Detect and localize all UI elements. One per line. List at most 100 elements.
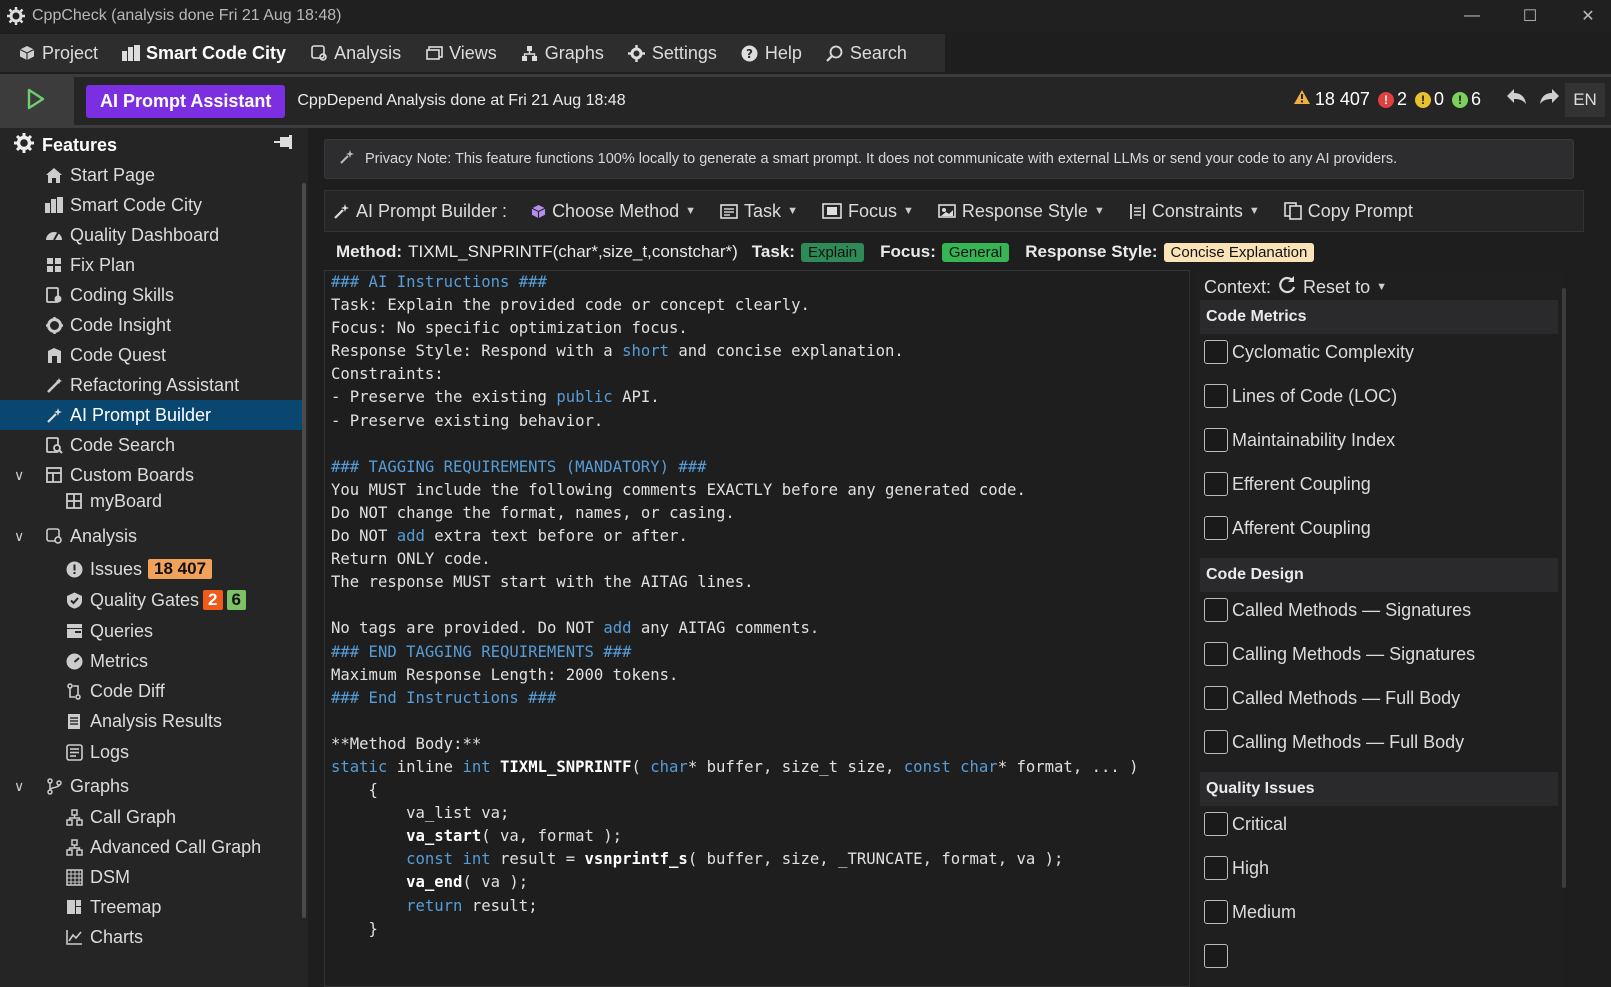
- code-line: ### TAGGING REQUIREMENTS (MANDATORY) ###: [331, 457, 707, 476]
- copy-prompt-button[interactable]: Copy Prompt: [1283, 201, 1413, 222]
- checkbox-high[interactable]: High: [1204, 853, 1269, 883]
- code-line: Focus: No specific optimization focus.: [331, 319, 688, 338]
- menu-views[interactable]: Views: [413, 34, 509, 72]
- sidebar-item-charts[interactable]: Charts: [0, 922, 305, 952]
- cppcheck-logo-icon: [6, 6, 26, 26]
- response-style-label: Response Style:: [1025, 242, 1158, 261]
- checkbox[interactable]: [1204, 516, 1228, 540]
- checkbox[interactable]: [1204, 856, 1228, 880]
- sidebar-item-coding-skills[interactable]: Coding Skills: [0, 280, 305, 310]
- menu-smart-code-city[interactable]: Smart Code City: [110, 34, 298, 72]
- language-button[interactable]: EN: [1565, 83, 1605, 117]
- focus-dropdown[interactable]: Focus ▼: [822, 201, 914, 222]
- sidebar-item-analysis[interactable]: ∨ Analysis: [0, 521, 305, 551]
- checkbox[interactable]: [1204, 340, 1228, 364]
- chevron-down-icon[interactable]: ∨: [14, 528, 24, 545]
- failed-gates-badge: 2: [203, 590, 223, 610]
- code-line: You MUST include the following comments …: [331, 480, 1026, 499]
- task-dropdown[interactable]: Task ▼: [720, 201, 798, 222]
- sidebar-item-treemap[interactable]: Treemap: [0, 892, 305, 922]
- checkbox[interactable]: [1204, 686, 1228, 710]
- sidebar-item-dsm[interactable]: DSM: [0, 862, 305, 892]
- reset-dropdown[interactable]: Reset to ▼: [1271, 275, 1387, 300]
- sidebar-item-advanced-call-graph[interactable]: Advanced Call Graph: [0, 832, 305, 862]
- chevron-down-icon[interactable]: ∨: [14, 778, 24, 795]
- menu-graphs[interactable]: Graphs: [509, 34, 616, 72]
- checkbox[interactable]: [1204, 944, 1228, 968]
- checkbox-lines-of-code[interactable]: Lines of Code (LOC): [1204, 381, 1397, 411]
- sidebar-item-code-diff[interactable]: Code Diff: [0, 676, 305, 706]
- checkbox[interactable]: [1204, 598, 1228, 622]
- checkbox[interactable]: [1204, 472, 1228, 496]
- menu-help[interactable]: ? Help: [729, 34, 814, 72]
- checkbox-calling-methods-full-body[interactable]: Calling Methods — Full Body: [1204, 727, 1464, 757]
- checkbox[interactable]: [1204, 900, 1228, 924]
- sidebar-item-quality-gates[interactable]: Quality Gates 2 6: [0, 585, 305, 615]
- back-arrow-icon[interactable]: [1505, 87, 1527, 110]
- sidebar-item-metrics[interactable]: Metrics: [0, 646, 305, 676]
- response-style-dropdown[interactable]: Response Style ▼: [938, 201, 1105, 222]
- prompt-builder-title: AI Prompt Builder :: [333, 201, 507, 222]
- analysis-icon: [310, 44, 328, 62]
- menu-settings[interactable]: Settings: [616, 34, 729, 72]
- checkbox-partial[interactable]: [1204, 941, 1232, 971]
- cube-icon: [18, 44, 36, 62]
- close-icon[interactable]: ✕: [1559, 0, 1611, 32]
- sidebar-item-call-graph[interactable]: Call Graph: [0, 802, 305, 832]
- sidebar-item-smart-code-city[interactable]: Smart Code City: [0, 190, 305, 220]
- sidebar-item-ai-prompt-builder[interactable]: AI Prompt Builder: [0, 400, 305, 430]
- sidebar-item-start-page[interactable]: Start Page: [0, 160, 305, 190]
- sidebar-header: Features: [0, 128, 308, 162]
- checkbox-calling-methods-signatures[interactable]: Calling Methods — Signatures: [1204, 639, 1475, 669]
- pin-icon[interactable]: [274, 134, 294, 155]
- sidebar-item-logs[interactable]: Logs: [0, 737, 305, 767]
- sidebar-item-code-search[interactable]: Code Search: [0, 430, 305, 460]
- checkbox-called-methods-signatures[interactable]: Called Methods — Signatures: [1204, 595, 1471, 625]
- sidebar-item-analysis-results[interactable]: Analysis Results: [0, 706, 305, 736]
- pending-count: 0: [1433, 89, 1444, 109]
- checkbox-medium[interactable]: Medium: [1204, 897, 1296, 927]
- menu-analysis[interactable]: Analysis: [298, 34, 413, 72]
- prompt-editor[interactable]: ### AI Instructions ### Task: Explain the…: [324, 270, 1190, 987]
- checkbox[interactable]: [1204, 384, 1228, 408]
- checkbox-cyclomatic-complexity[interactable]: Cyclomatic Complexity: [1204, 337, 1414, 367]
- prompt-text[interactable]: ### AI Instructions ### Task: Explain the…: [331, 271, 1139, 941]
- choose-method-dropdown[interactable]: Choose Method ▼: [531, 201, 696, 222]
- minimize-icon[interactable]: —: [1443, 0, 1501, 32]
- context-scrollbar[interactable]: [1562, 288, 1566, 888]
- sidebar-item-code-insight[interactable]: Code Insight: [0, 310, 305, 340]
- checkbox[interactable]: [1204, 428, 1228, 452]
- code-line: No tags are provided. Do NOT add any AIT…: [331, 619, 820, 638]
- checkbox[interactable]: [1204, 812, 1228, 836]
- forward-arrow-icon[interactable]: [1539, 87, 1561, 110]
- sidebar-item-graphs[interactable]: ∨ Graphs: [0, 771, 305, 801]
- checkbox[interactable]: [1204, 642, 1228, 666]
- status-message: CppDepend Analysis done at Fri 21 Aug 18…: [297, 92, 626, 109]
- sidebar-item-queries[interactable]: Queries: [0, 616, 305, 646]
- checkbox-maintainability-index[interactable]: Maintainability Index: [1204, 425, 1395, 455]
- chevron-down-icon[interactable]: ∨: [14, 467, 24, 484]
- sidebar-item-fix-plan[interactable]: Fix Plan: [0, 250, 305, 280]
- run-button[interactable]: [0, 74, 72, 128]
- sidebar-item-quality-dashboard[interactable]: Quality Dashboard: [0, 220, 305, 250]
- code-line: The response MUST start with the AITAG l…: [331, 573, 754, 592]
- sidebar-scrollbar[interactable]: [302, 183, 306, 918]
- sidebar-item-code-quest[interactable]: Code Quest: [0, 340, 305, 370]
- ai-prompt-assistant-button[interactable]: AI Prompt Assistant: [86, 84, 286, 118]
- sidebar-item-label: Logs: [90, 741, 130, 762]
- menu-search[interactable]: Search: [814, 34, 919, 72]
- checkbox-afferent-coupling[interactable]: Afferent Coupling: [1204, 513, 1371, 543]
- checkbox[interactable]: [1204, 730, 1228, 754]
- constraints-dropdown[interactable]: Constraints ▼: [1129, 201, 1260, 222]
- sidebar-item-issues[interactable]: Issues 18 407: [0, 554, 305, 584]
- code-line: ### End Instructions ###: [331, 688, 557, 707]
- issue-counts[interactable]: 18 407 ! 2 ! 0 ! 6: [1293, 89, 1481, 110]
- maximize-icon[interactable]: ☐: [1501, 0, 1559, 32]
- sidebar-item-refactoring-assistant[interactable]: Refactoring Assistant: [0, 370, 305, 400]
- menu-project[interactable]: Project: [6, 34, 110, 72]
- checkbox-critical[interactable]: Critical: [1204, 809, 1287, 839]
- sidebar-item-myboard[interactable]: myBoard: [0, 486, 305, 516]
- checkbox-called-methods-full-body[interactable]: Called Methods — Full Body: [1204, 683, 1460, 713]
- checkbox-efferent-coupling[interactable]: Efferent Coupling: [1204, 469, 1371, 499]
- boards-icon: [44, 465, 64, 485]
